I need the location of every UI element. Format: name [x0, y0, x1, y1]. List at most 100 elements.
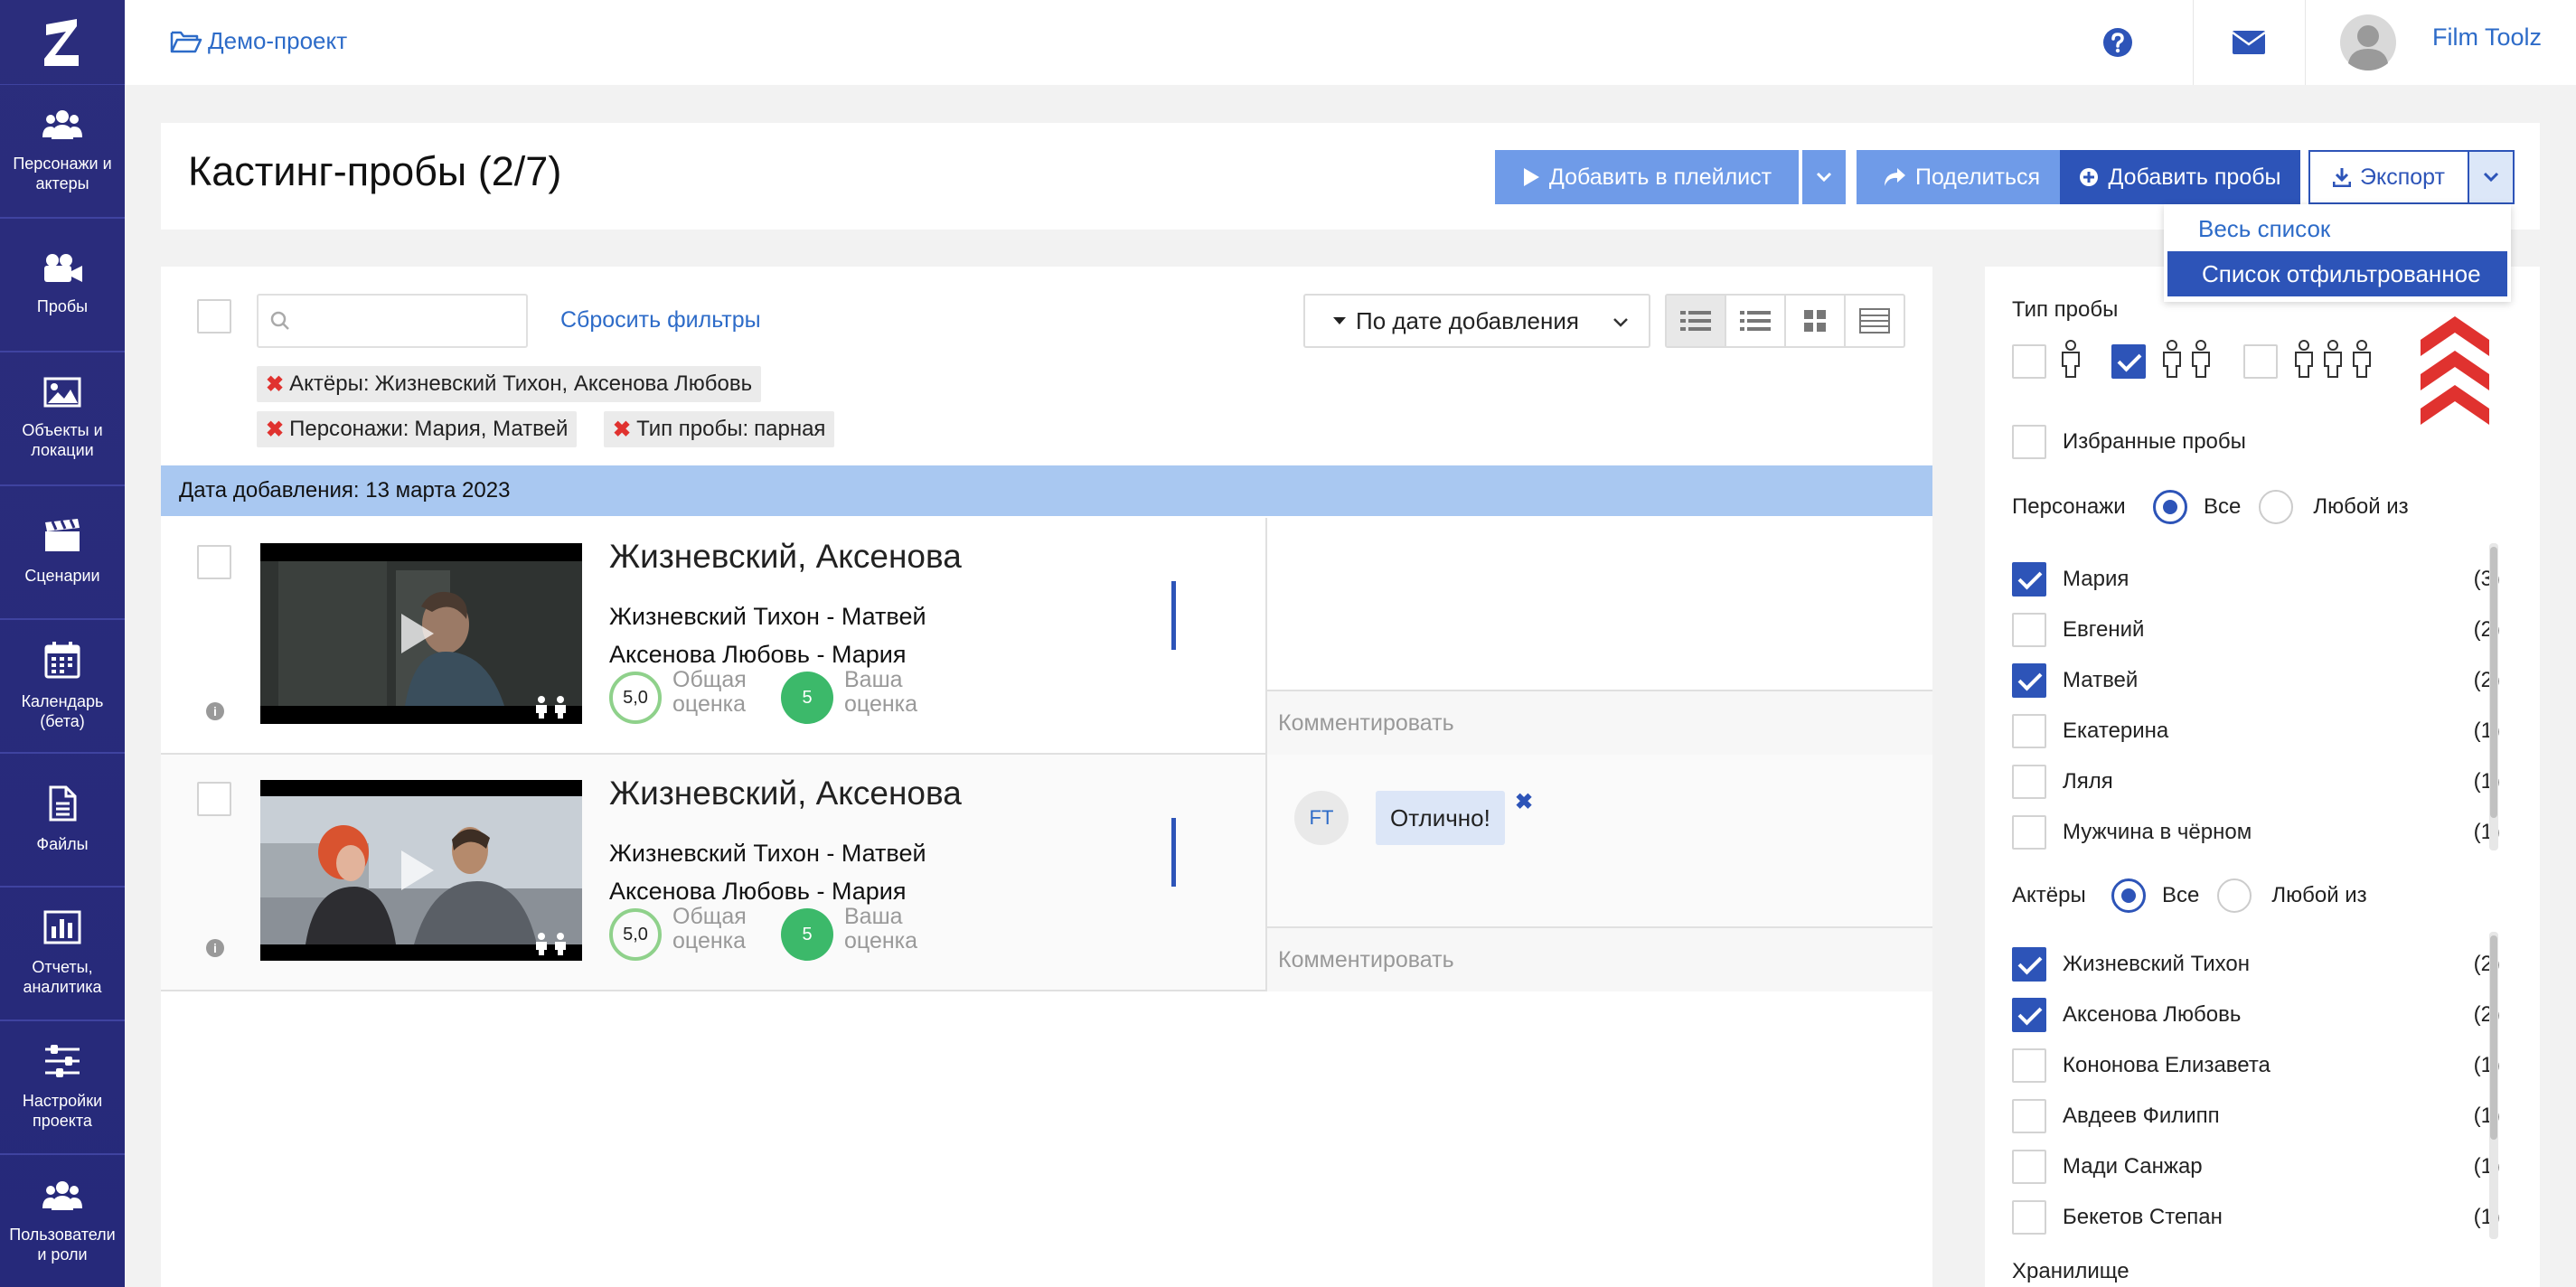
select-all-checkbox[interactable]: [197, 299, 231, 333]
video-thumbnail[interactable]: [260, 780, 582, 961]
view-list-button[interactable]: [1726, 296, 1786, 346]
sidebar-item-reports[interactable]: Отчеты, аналитика: [0, 888, 125, 1021]
sidebar-item-files[interactable]: Файлы: [0, 754, 125, 888]
share-button[interactable]: Поделиться: [1857, 150, 2066, 204]
type-group-checkbox[interactable]: [2243, 344, 2278, 379]
character-name: Мария: [2063, 567, 2129, 591]
character-filter-item[interactable]: Евгений (2): [2012, 612, 2500, 648]
actor-filter-item[interactable]: Жизневский Тихон (2): [2012, 946, 2500, 982]
comment-input[interactable]: Комментировать: [1267, 690, 1932, 755]
character-checkbox[interactable]: [2012, 714, 2046, 748]
filter-tag-actors[interactable]: ✖ Актёры: Жизневский Тихон, Аксенова Люб…: [257, 366, 762, 402]
actors-mode-any-label: Любой из: [2271, 883, 2367, 907]
sort-value: По дате добавления: [1356, 306, 1579, 334]
actor-filter-item[interactable]: Авдеев Филипп (1): [2012, 1098, 2500, 1134]
my-score-badge[interactable]: 5: [781, 672, 833, 724]
view-mode-switcher: [1665, 294, 1905, 348]
search-input[interactable]: [257, 294, 528, 348]
actor-filter-item[interactable]: Бекетов Степан (1): [2012, 1199, 2500, 1235]
comment-input[interactable]: Комментировать: [1267, 926, 1932, 991]
row-checkbox[interactable]: [197, 782, 231, 816]
project-link[interactable]: Демо-проект: [170, 27, 347, 55]
sidebar-item-settings[interactable]: Настройки проекта: [0, 1021, 125, 1155]
characters-mode-any-radio[interactable]: [2259, 490, 2294, 524]
add-auditions-button[interactable]: Добавить пробы: [2060, 150, 2300, 204]
playlist-dropdown-button[interactable]: [1802, 150, 1846, 204]
filter-tag-type[interactable]: ✖ Тип пробы: парная: [604, 411, 835, 447]
character-name: Ляля: [2063, 769, 2113, 794]
actor-checkbox[interactable]: [2012, 947, 2046, 982]
remove-filter-icon[interactable]: ✖: [266, 371, 284, 398]
filter-tag-key: Персонажи:: [289, 417, 409, 441]
actor-filter-item[interactable]: Аксенова Любовь (2): [2012, 997, 2500, 1033]
status-bar: [1171, 818, 1176, 887]
characters-scrollbar[interactable]: [2489, 543, 2498, 850]
actor-checkbox[interactable]: [2012, 1150, 2046, 1184]
character-filter-item[interactable]: Екатерина (1): [2012, 713, 2500, 749]
sidebar-item-calendar[interactable]: Календарь (бета): [0, 620, 125, 754]
view-table-button[interactable]: [1846, 296, 1904, 346]
character-checkbox[interactable]: [2012, 815, 2046, 850]
my-score-badge[interactable]: 5: [781, 908, 833, 961]
info-icon[interactable]: i: [206, 702, 224, 720]
view-detailed-list-button[interactable]: [1667, 296, 1726, 346]
sidebar-item-characters[interactable]: Персонажи и актеры: [0, 85, 125, 219]
scrollbar-thumb[interactable]: [2490, 935, 2497, 1140]
sidebar-item-scripts[interactable]: Сценарии: [0, 486, 125, 620]
filter-tag-characters[interactable]: ✖ Персонажи: Мария, Матвей: [257, 411, 578, 447]
sort-select[interactable]: По дате добавления: [1303, 294, 1650, 348]
row-checkbox[interactable]: [197, 545, 231, 579]
characters-mode: Персонажи Все Любой из: [2012, 489, 2500, 525]
actor-filter-item[interactable]: Кононова Елизавета (1): [2012, 1047, 2500, 1084]
actors-scrollbar[interactable]: [2489, 932, 2498, 1239]
character-checkbox[interactable]: [2012, 765, 2046, 799]
help-button[interactable]: [2064, 0, 2171, 85]
users-icon: [42, 1181, 82, 1210]
type-single-checkbox[interactable]: [2012, 344, 2046, 379]
actor-checkbox[interactable]: [2012, 1099, 2046, 1133]
bar-chart-icon: [43, 910, 81, 944]
app-logo[interactable]: [0, 0, 125, 85]
view-grid-button[interactable]: [1786, 296, 1846, 346]
character-filter-item[interactable]: Мария (3): [2012, 561, 2500, 597]
favorites-checkbox[interactable]: [2012, 425, 2046, 459]
group-header: Дата добавления: 13 марта 2023: [161, 465, 1932, 516]
scrollbar-thumb[interactable]: [2490, 547, 2497, 818]
remove-filter-icon[interactable]: ✖: [613, 417, 631, 443]
character-filter-item[interactable]: Ляля (1): [2012, 764, 2500, 800]
character-checkbox[interactable]: [2012, 562, 2046, 597]
info-icon[interactable]: i: [206, 939, 224, 957]
character-name: Екатерина: [2063, 719, 2169, 743]
actors-mode-all-radio[interactable]: [2111, 878, 2146, 913]
character-filter-item[interactable]: Мужчина в чёрном (1): [2012, 814, 2500, 850]
export-option-filtered-list[interactable]: Список отфильтрованное: [2167, 251, 2507, 296]
total-score-label-line: оценка: [672, 928, 747, 954]
type-pair-checkbox[interactable]: [2111, 344, 2146, 379]
remove-filter-icon[interactable]: ✖: [266, 417, 284, 443]
delete-comment-icon[interactable]: ✖: [1515, 789, 1533, 815]
sidebar-item-users[interactable]: Пользователи и роли: [0, 1155, 125, 1287]
characters-mode-all-radio[interactable]: [2153, 490, 2187, 524]
add-to-playlist-button[interactable]: Добавить в плейлист: [1495, 150, 1799, 204]
actors-mode-any-radio[interactable]: [2217, 878, 2252, 913]
sidebar-item-auditions[interactable]: Пробы: [0, 219, 125, 352]
actor-checkbox[interactable]: [2012, 998, 2046, 1032]
actor-checkbox[interactable]: [2012, 1200, 2046, 1235]
export-button[interactable]: Экспорт: [2308, 150, 2469, 204]
actor-checkbox[interactable]: [2012, 1048, 2046, 1083]
actor-filter-item[interactable]: Мади Санжар (1): [2012, 1149, 2500, 1185]
export-option-full-list[interactable]: Весь список: [2164, 206, 2511, 251]
play-icon: [1523, 168, 1539, 186]
messages-button[interactable]: [2193, 0, 2303, 85]
export-dropdown-button[interactable]: [2468, 150, 2515, 204]
character-filter-item[interactable]: Матвей (2): [2012, 662, 2500, 699]
character-checkbox[interactable]: [2012, 663, 2046, 698]
image-icon: [43, 377, 81, 408]
video-thumbnail[interactable]: [260, 543, 582, 724]
audition-title[interactable]: Жизневский, Аксенова: [609, 538, 962, 576]
audition-title[interactable]: Жизневский, Аксенова: [609, 775, 962, 813]
reset-filters-link[interactable]: Сбросить фильтры: [560, 307, 761, 333]
character-checkbox[interactable]: [2012, 613, 2046, 647]
sidebar-item-objects[interactable]: Объекты и локации: [0, 352, 125, 486]
user-menu[interactable]: Film Toolz: [2305, 0, 2576, 85]
